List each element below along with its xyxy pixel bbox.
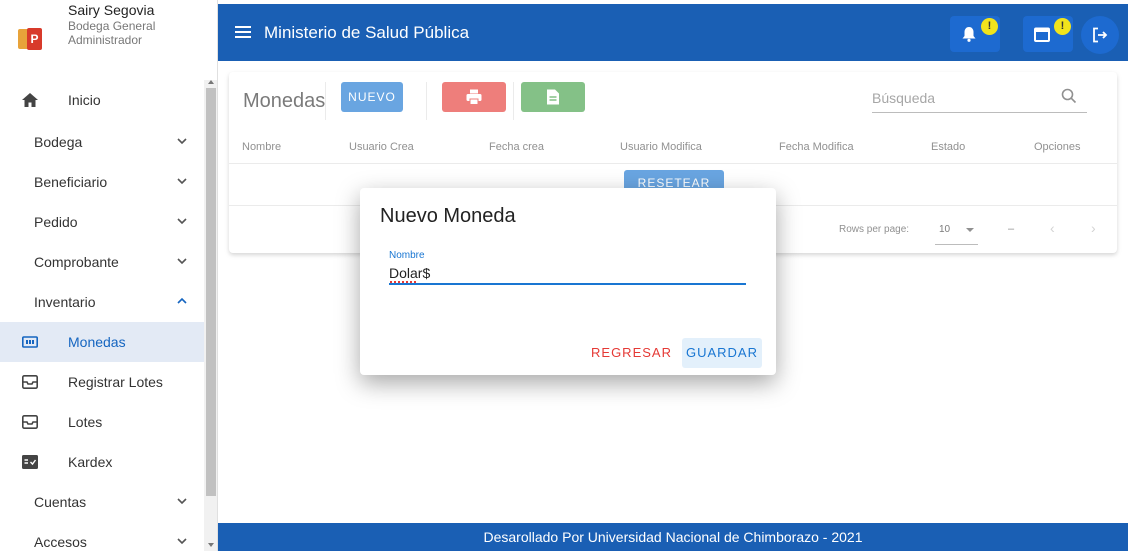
spellcheck-underline bbox=[390, 281, 416, 283]
user-profile: P Sairy Segovia Bodega General Administr… bbox=[0, 0, 204, 80]
window-right-edge bbox=[1128, 0, 1134, 551]
scroll-up-arrow-icon[interactable] bbox=[208, 80, 214, 84]
chevron-down-icon bbox=[177, 498, 187, 505]
logout-icon bbox=[1093, 27, 1108, 43]
bell-icon bbox=[962, 27, 976, 42]
sidebar-item-label: Kardex bbox=[68, 454, 113, 470]
home-icon bbox=[22, 93, 38, 107]
app-footer: Desarollado Por Universidad Nacional de … bbox=[218, 523, 1128, 551]
nombre-field[interactable] bbox=[389, 263, 746, 285]
inbox-icon bbox=[22, 375, 38, 389]
sidebar-item-comprobante[interactable]: Comprobante bbox=[0, 242, 204, 282]
scroll-down-arrow-icon[interactable] bbox=[208, 543, 214, 547]
sidebar-item-label: Inventario bbox=[34, 294, 96, 310]
dialog-title: Nuevo Moneda bbox=[380, 205, 516, 227]
sidebar-item-label: Pedido bbox=[34, 214, 78, 230]
logout-button[interactable] bbox=[1081, 16, 1119, 54]
sidebar-item-beneficiario[interactable]: Beneficiario bbox=[0, 162, 204, 202]
notifications-badge: ! bbox=[981, 18, 998, 35]
sidebar-item-inventario[interactable]: Inventario bbox=[0, 282, 204, 322]
sidebar-item-label: Registrar Lotes bbox=[68, 374, 163, 390]
sidebar-item-label: Cuentas bbox=[34, 494, 87, 510]
sidebar-item-label: Comprobante bbox=[34, 254, 119, 270]
menu-icon[interactable] bbox=[235, 26, 251, 38]
sidebar-item-pedido[interactable]: Pedido bbox=[0, 202, 204, 242]
app-header: Ministerio de Salud Pública ! ! bbox=[218, 4, 1128, 61]
sidebar-item-registrar-lotes[interactable]: Registrar Lotes bbox=[0, 362, 204, 402]
sidebar-scroll-thumb[interactable] bbox=[206, 88, 216, 496]
sidebar-item-inicio[interactable]: Inicio bbox=[0, 80, 204, 120]
user-location: Bodega General bbox=[68, 19, 156, 33]
nombre-field-label: Nombre bbox=[389, 250, 425, 261]
user-name: Sairy Segovia bbox=[68, 2, 155, 18]
inbox-icon bbox=[22, 415, 38, 429]
msp-logo: P bbox=[18, 27, 42, 51]
sidebar-item-bodega[interactable]: Bodega bbox=[0, 122, 204, 162]
chevron-up-icon bbox=[177, 297, 187, 304]
app-title: Ministerio de Salud Pública bbox=[264, 23, 470, 42]
sidebar-item-label: Beneficiario bbox=[34, 174, 108, 190]
sidebar-item-label: Bodega bbox=[34, 134, 83, 150]
sidebar-item-label: Accesos bbox=[34, 534, 87, 550]
sidebar-item-accesos[interactable]: Accesos bbox=[0, 522, 204, 551]
chevron-down-icon bbox=[177, 218, 187, 225]
save-button[interactable]: GUARDAR bbox=[682, 338, 762, 368]
kardex-icon bbox=[22, 455, 38, 469]
sidebar-item-label: Lotes bbox=[68, 414, 103, 430]
calendar-badge: ! bbox=[1054, 18, 1071, 35]
new-currency-dialog: Nuevo Moneda Nombre REGRESAR GUARDAR bbox=[360, 188, 776, 375]
user-role: Administrador bbox=[68, 33, 143, 47]
sidebar-item-cuentas[interactable]: Cuentas bbox=[0, 482, 204, 522]
sidebar: P Sairy Segovia Bodega General Administr… bbox=[0, 0, 218, 551]
calendar-icon bbox=[1034, 27, 1050, 42]
sidebar-item-label: Inicio bbox=[68, 92, 101, 108]
currency-icon bbox=[22, 336, 38, 348]
sidebar-item-label: Monedas bbox=[68, 334, 126, 350]
chevron-down-icon bbox=[177, 258, 187, 265]
sidebar-item-monedas[interactable]: Monedas bbox=[0, 322, 204, 362]
back-button[interactable]: REGRESAR bbox=[589, 338, 674, 368]
sidebar-item-kardex[interactable]: Kardex bbox=[0, 442, 204, 482]
sidebar-item-lotes[interactable]: Lotes bbox=[0, 402, 204, 442]
chevron-down-icon bbox=[177, 138, 187, 145]
chevron-down-icon bbox=[177, 538, 187, 545]
chevron-down-icon bbox=[177, 178, 187, 185]
